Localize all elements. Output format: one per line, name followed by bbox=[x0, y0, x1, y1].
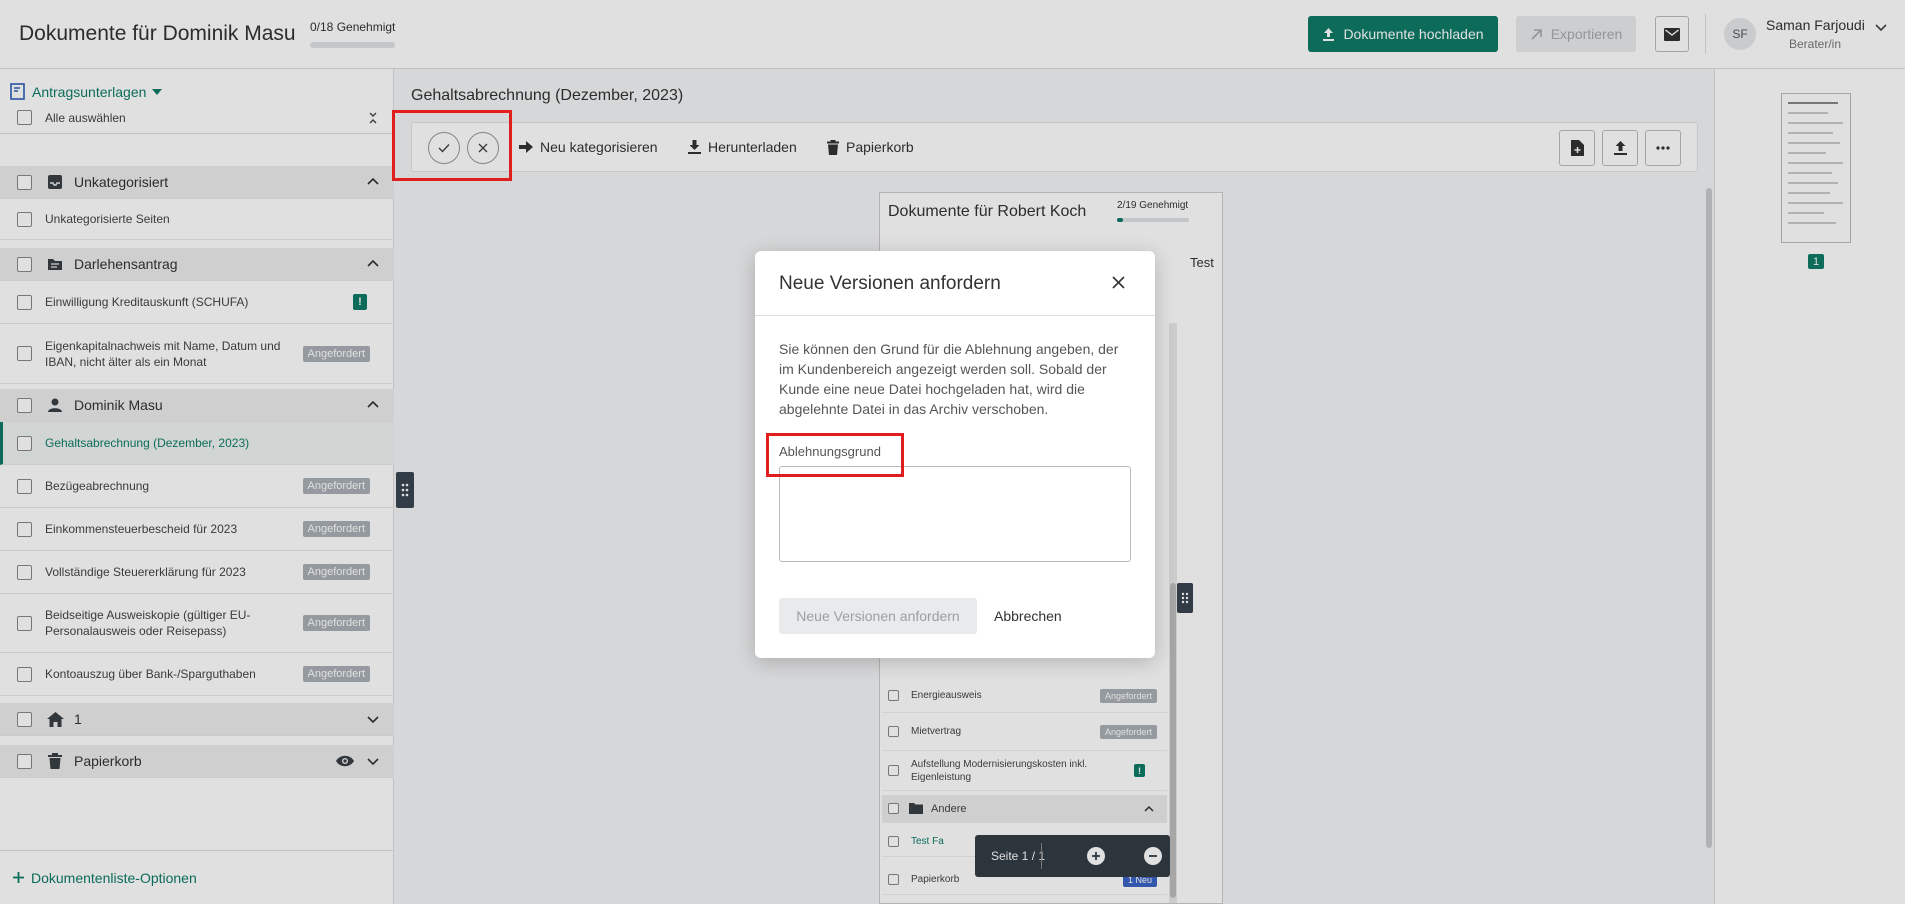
dialog-title: Neue Versionen anfordern bbox=[779, 273, 1001, 294]
highlight-rejection-reason bbox=[766, 433, 904, 477]
dialog-close-button[interactable] bbox=[1107, 271, 1129, 293]
close-icon bbox=[1111, 275, 1125, 289]
request-new-versions-button[interactable]: Neue Versionen anfordern bbox=[779, 598, 977, 634]
highlight-approve-reject bbox=[392, 110, 512, 181]
dialog-description: Sie können den Grund für die Ablehnung a… bbox=[779, 341, 1119, 417]
dialog-divider bbox=[755, 315, 1155, 316]
rejection-reason-input[interactable] bbox=[779, 466, 1131, 562]
cancel-button[interactable]: Abbrechen bbox=[994, 608, 1062, 624]
